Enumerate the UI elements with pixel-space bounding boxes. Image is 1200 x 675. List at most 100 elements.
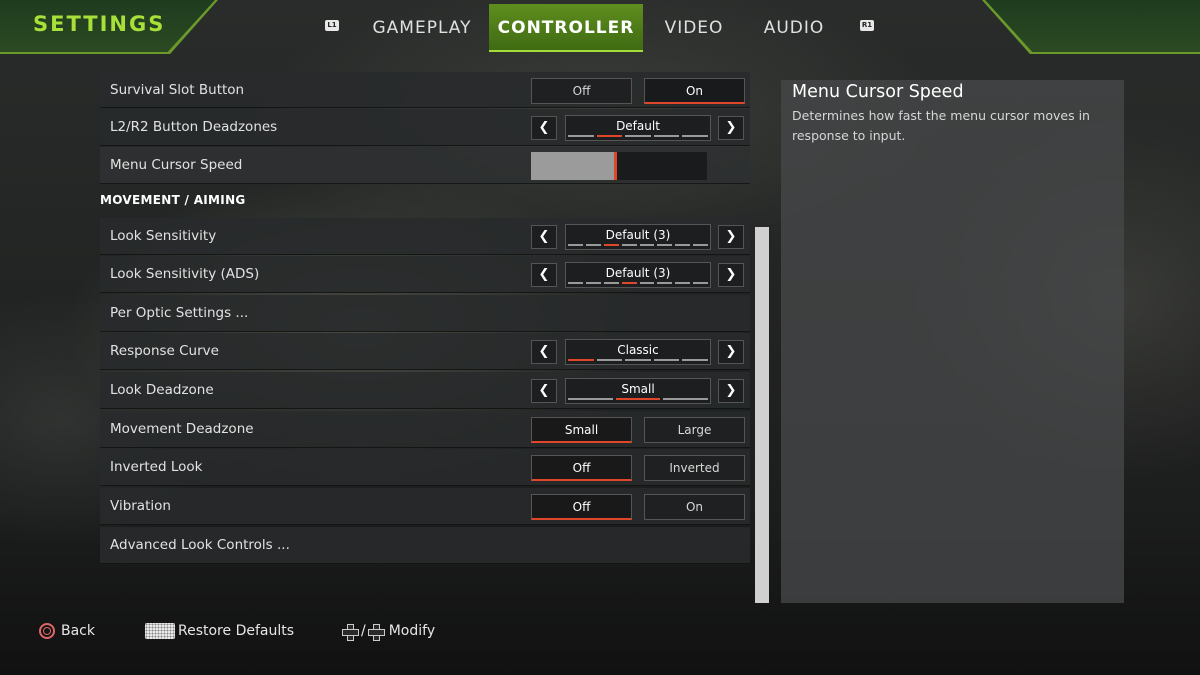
description-panel: Menu Cursor Speed Determines how fast th… (781, 80, 1124, 603)
look-deadzone-selector[interactable]: Small (565, 378, 711, 404)
setting-row-look-deadzone[interactable]: Look Deadzone ❮ Small ❯ (100, 372, 750, 409)
segment (625, 135, 651, 137)
setting-label: Look Sensitivity (ADS) (110, 266, 260, 282)
vibration-off-button[interactable]: Off (531, 494, 632, 520)
setting-label: L2/R2 Button Deadzones (110, 119, 278, 135)
slider-thumb[interactable] (613, 152, 617, 180)
deadzones-selector[interactable]: Default (565, 115, 711, 141)
setting-row-advanced-look[interactable]: Advanced Look Controls ... (100, 527, 750, 564)
segment-active (615, 398, 661, 400)
movement-deadzone-large-button[interactable]: Large (644, 417, 745, 443)
segment (621, 244, 637, 246)
selector-value: Classic (617, 343, 659, 357)
separator-slash: / (361, 623, 366, 639)
inverted-look-off-button[interactable]: Off (531, 455, 632, 481)
setting-label: Response Curve (110, 343, 219, 359)
setting-row-per-optic[interactable]: Per Optic Settings ... (100, 295, 750, 332)
chevron-right-icon[interactable]: ❯ (718, 263, 744, 287)
segment (568, 282, 583, 284)
chevron-right-icon[interactable]: ❯ (718, 379, 744, 403)
segment (568, 244, 583, 246)
segment (585, 282, 601, 284)
setting-row-cursor-speed[interactable]: Menu Cursor Speed (100, 147, 750, 184)
response-curve-selector[interactable]: Classic (565, 339, 711, 365)
look-sensitivity-ads-selector[interactable]: Default (3) (565, 262, 711, 288)
setting-row-survival-slot[interactable]: Survival Slot Button Off On (100, 72, 750, 108)
setting-row-look-sensitivity[interactable]: Look Sensitivity ❮ Default (3) ❯ (100, 218, 750, 255)
setting-row-vibration[interactable]: Vibration Off On (100, 488, 750, 525)
segment-active (621, 282, 637, 284)
circle-button-icon (39, 623, 55, 639)
selector-value: Default (3) (605, 228, 671, 242)
selector-segments (566, 244, 710, 246)
segment (663, 398, 709, 400)
segment-active (596, 135, 623, 137)
segment (675, 244, 691, 246)
selector-value: Default (3) (605, 266, 671, 280)
restore-defaults-label: Restore Defaults (178, 623, 295, 639)
segment (693, 244, 708, 246)
setting-label: Per Optic Settings ... (110, 305, 249, 321)
restore-defaults-prompt[interactable]: Restore Defaults (145, 621, 294, 641)
setting-label: Vibration (110, 498, 171, 514)
selector-segments (566, 135, 710, 137)
segment (639, 282, 655, 284)
page-title: SETTINGS (33, 12, 166, 36)
tab-audio[interactable]: AUDIO (755, 4, 833, 52)
back-label: Back (61, 623, 95, 639)
description-title: Menu Cursor Speed (792, 82, 964, 102)
setting-label: Survival Slot Button (110, 82, 245, 98)
setting-row-response-curve[interactable]: Response Curve ❮ Classic ❯ (100, 333, 750, 370)
selector-value: Default (616, 119, 660, 133)
tab-gameplay[interactable]: GAMEPLAY (366, 4, 478, 52)
segment (675, 282, 691, 284)
segment (657, 244, 673, 246)
survival-slot-off-button[interactable]: Off (531, 78, 632, 104)
segment (693, 282, 708, 284)
vibration-on-button[interactable]: On (644, 494, 745, 520)
back-prompt[interactable]: Back (39, 621, 95, 641)
cursor-speed-slider[interactable] (531, 152, 707, 180)
segment (596, 359, 623, 361)
inverted-look-inverted-button[interactable]: Inverted (644, 455, 745, 481)
dpad-icon (342, 623, 359, 641)
l1-bumper-icon: L1 (325, 20, 339, 31)
look-sensitivity-selector[interactable]: Default (3) (565, 224, 711, 250)
movement-deadzone-small-button[interactable]: Small (531, 417, 632, 443)
segment (568, 398, 613, 400)
chevron-left-icon[interactable]: ❮ (531, 263, 557, 287)
chevron-right-icon[interactable]: ❯ (718, 340, 744, 364)
survival-slot-on-button[interactable]: On (644, 78, 745, 104)
selector-segments (566, 282, 710, 284)
setting-row-look-sensitivity-ads[interactable]: Look Sensitivity (ADS) ❮ Default (3) ❯ (100, 256, 750, 293)
setting-row-movement-deadzone[interactable]: Movement Deadzone Small Large (100, 411, 750, 448)
tab-video[interactable]: VIDEO (656, 4, 732, 52)
segment (653, 359, 680, 361)
chevron-left-icon[interactable]: ❮ (531, 225, 557, 249)
chevron-right-icon[interactable]: ❯ (718, 225, 744, 249)
setting-row-deadzones[interactable]: L2/R2 Button Deadzones ❮ Default ❯ (100, 109, 750, 146)
setting-row-inverted-look[interactable]: Inverted Look Off Inverted (100, 449, 750, 486)
selector-value: Small (621, 382, 655, 396)
segment-active (568, 359, 594, 361)
segment (653, 135, 680, 137)
slider-fill (531, 152, 614, 180)
tab-controller[interactable]: CONTROLLER (489, 4, 643, 52)
modify-prompt[interactable]: / Modify (342, 621, 435, 641)
settings-scrollbar[interactable] (755, 227, 769, 603)
chevron-left-icon[interactable]: ❮ (531, 379, 557, 403)
segment-active (603, 244, 619, 246)
setting-label: Advanced Look Controls ... (110, 537, 290, 553)
modify-label: Modify (388, 623, 436, 639)
section-header-movement: MOVEMENT / AIMING (100, 193, 246, 207)
chevron-left-icon[interactable]: ❮ (531, 340, 557, 364)
chevron-right-icon[interactable]: ❯ (718, 116, 744, 140)
segment (657, 282, 673, 284)
segment (639, 244, 655, 246)
segment (682, 135, 708, 137)
segment (682, 359, 708, 361)
setting-label: Look Sensitivity (110, 228, 217, 244)
setting-label: Movement Deadzone (110, 421, 254, 437)
chevron-left-icon[interactable]: ❮ (531, 116, 557, 140)
segment (568, 135, 594, 137)
